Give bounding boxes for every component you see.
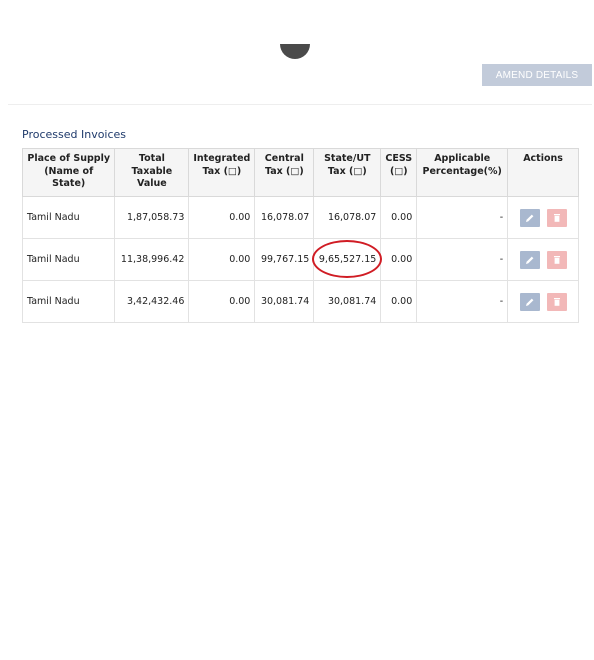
delete-button[interactable]	[546, 208, 567, 227]
cell-taxable: 3,42,432.46	[114, 280, 190, 323]
cell-taxable: 1,87,058.73	[114, 196, 190, 239]
cell-central: 99,767.15	[254, 238, 315, 281]
table-row: Tamil Nadu 11,38,996.42 0.00 99,767.15 9…	[21, 238, 579, 281]
pencil-icon	[525, 256, 533, 264]
edit-button[interactable]	[519, 292, 540, 311]
amend-details-button[interactable]: AMEND DETAILS	[482, 64, 592, 86]
column-header-percentage: Applicable Percentage(%)	[416, 148, 509, 197]
cell-taxable: 11,38,996.42	[114, 238, 190, 281]
cell-integrated: 0.00	[188, 196, 256, 239]
cell-actions	[507, 196, 579, 239]
loading-spinner-icon	[280, 44, 310, 59]
cell-place: Tamil Nadu	[21, 238, 116, 281]
cell-state: 9,65,527.15	[311, 238, 382, 281]
delete-button[interactable]	[546, 250, 567, 269]
cell-state: 16,078.07	[313, 196, 382, 239]
cell-place: Tamil Nadu	[21, 280, 116, 323]
edit-button[interactable]	[519, 250, 540, 269]
pencil-icon	[525, 298, 533, 306]
trash-icon	[553, 297, 560, 306]
column-header-cess: CESS (□)	[380, 148, 418, 197]
highlighted-value: 9,65,527.15	[311, 240, 382, 278]
cell-actions	[507, 238, 579, 281]
cell-place: Tamil Nadu	[21, 196, 116, 239]
delete-button[interactable]	[546, 292, 567, 311]
edit-button[interactable]	[519, 208, 540, 227]
column-header-place: Place of Supply (Name of State)	[21, 148, 116, 197]
cell-percentage: -	[416, 280, 509, 323]
trash-icon	[553, 213, 560, 222]
cell-percentage: -	[416, 238, 509, 281]
highlight-circle	[311, 240, 382, 278]
cell-integrated: 0.00	[188, 280, 256, 323]
cell-actions	[507, 280, 579, 323]
divider	[8, 104, 592, 105]
table-row: Tamil Nadu 3,42,432.46 0.00 30,081.74 30…	[21, 280, 579, 323]
cell-central: 16,078.07	[254, 196, 315, 239]
cell-cess: 0.00	[380, 196, 418, 239]
cell-cess: 0.00	[380, 280, 418, 323]
column-header-actions: Actions	[507, 148, 579, 197]
column-header-state: State/UT Tax (□)	[313, 148, 382, 197]
page: AMEND DETAILS Processed Invoices Place o…	[0, 0, 594, 660]
pencil-icon	[525, 214, 533, 222]
invoices-table: Place of Supply (Name of State) Total Ta…	[21, 148, 579, 323]
cell-central: 30,081.74	[254, 280, 315, 323]
cell-cess: 0.00	[380, 238, 418, 281]
cell-state: 30,081.74	[313, 280, 382, 323]
trash-icon	[553, 255, 560, 264]
column-header-central: Central Tax (□)	[254, 148, 315, 197]
table-header-row: Place of Supply (Name of State) Total Ta…	[21, 148, 579, 197]
column-header-integrated: Integrated Tax (□)	[188, 148, 256, 197]
cell-percentage: -	[416, 196, 509, 239]
table-row: Tamil Nadu 1,87,058.73 0.00 16,078.07 16…	[21, 196, 579, 239]
column-header-taxable: Total Taxable Value	[114, 148, 190, 197]
section-title: Processed Invoices	[22, 128, 127, 141]
cell-integrated: 0.00	[188, 238, 256, 281]
